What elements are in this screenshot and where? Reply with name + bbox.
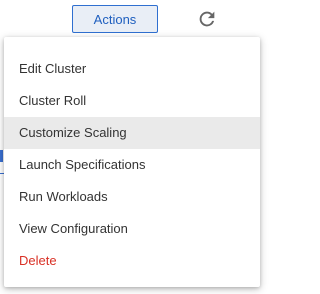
page: Actions Edit Cluster Cluster Roll Custom… [0,0,265,294]
menu-item-cluster-roll[interactable]: Cluster Roll [4,85,260,117]
menu-item-customize-scaling[interactable]: Customize Scaling [4,117,260,149]
refresh-icon[interactable] [196,8,218,30]
actions-dropdown-menu: Edit Cluster Cluster Roll Customize Scal… [4,37,260,287]
menu-item-delete[interactable]: Delete [4,245,260,277]
menu-item-edit-cluster[interactable]: Edit Cluster [4,53,260,85]
background-tab-fragment [0,150,3,162]
actions-button[interactable]: Actions [72,5,158,33]
menu-item-launch-specifications[interactable]: Launch Specifications [4,149,260,181]
actions-button-label: Actions [93,11,137,27]
menu-item-run-workloads[interactable]: Run Workloads [4,181,260,213]
menu-item-view-configuration[interactable]: View Configuration [4,213,260,245]
